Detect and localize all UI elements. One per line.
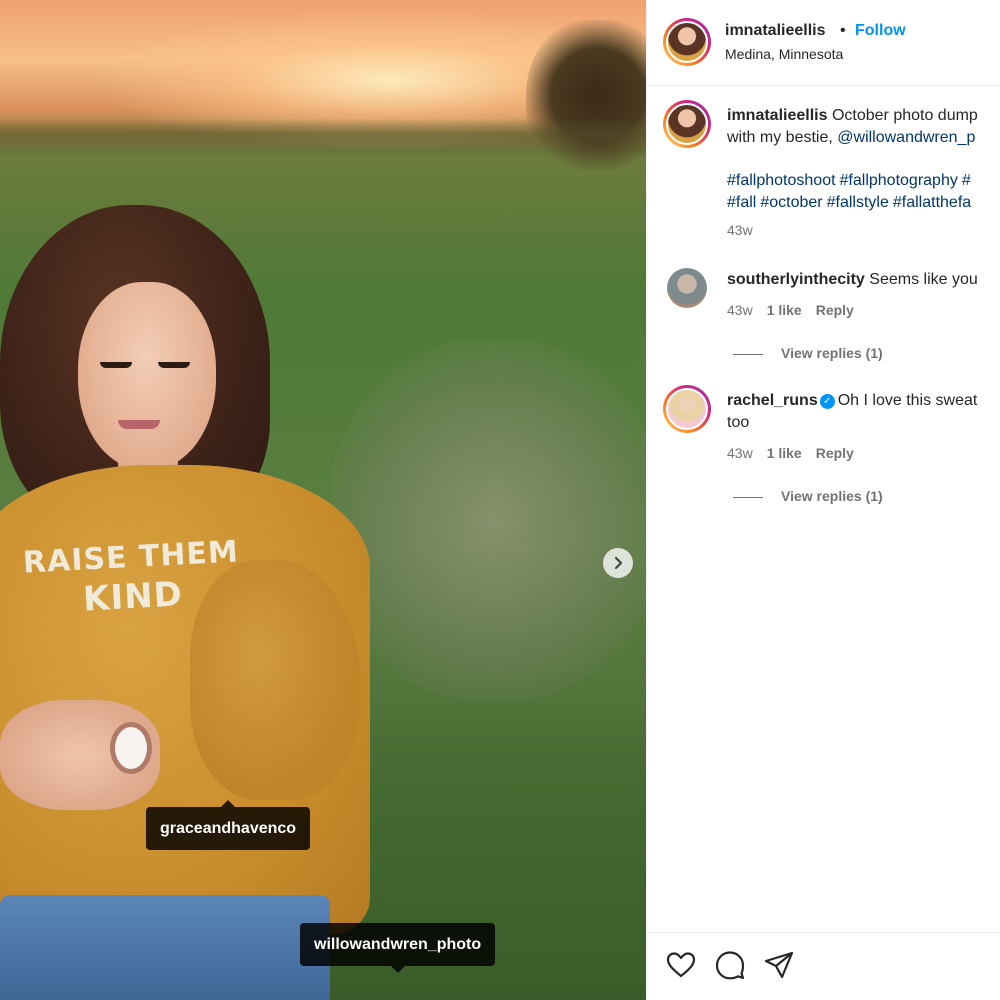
woman-eye-left [100,362,132,368]
comment-southerly: southerlyinthecity Seems like you [727,269,978,291]
wristwatch [110,722,152,774]
header-separator: • [840,22,846,39]
post-action-bar [647,932,1000,1000]
follow-button[interactable]: Follow [855,22,906,40]
comment-username[interactable]: rachel_runs [727,392,818,409]
caption-text-line2: with my bestie, [727,129,833,146]
woman-eye-right [158,362,190,368]
comment-meta: 43w 1 like Reply [727,302,854,318]
hashtag[interactable]: #october [760,194,822,211]
comment-timestamp[interactable]: 43w [727,302,753,318]
comment-username[interactable]: southerlyinthecity [727,271,865,288]
post-caption: imnatalieellis October photo dump with m… [727,105,1000,149]
commenter-avatar-rachel[interactable] [663,385,711,433]
treeline [0,118,646,158]
reply-button[interactable]: Reply [816,445,854,461]
caption-username[interactable]: imnatalieellis [727,107,828,124]
comment-text: Oh I love this sweat [837,392,978,409]
post-header: imnatalieellis • Follow Medina, Minnesot… [647,0,1000,86]
caption-mention[interactable]: @willowandwren_p [837,129,975,146]
photo-tag-willowandwren[interactable]: willowandwren_photo [300,923,496,973]
view-replies-button[interactable]: View replies (1) [733,345,883,361]
commenter-avatar-southerly[interactable] [667,268,707,308]
jeans [0,895,330,1000]
caption-author-avatar[interactable] [663,100,711,148]
post-location[interactable]: Medina, Minnesota [725,46,843,62]
author-username[interactable]: imnatalieellis [725,22,826,40]
caption-hashtags: #fallphotoshoot #fallphotography # #fall #o… [727,170,975,214]
caption-timestamp[interactable]: 43w [727,222,753,238]
woman-face [78,282,216,470]
hashtag[interactable]: #fallatthefa [893,194,971,211]
view-replies-button[interactable]: View replies (1) [733,488,883,504]
verified-badge-icon: ✓ [819,394,835,409]
caption-meta: 43w [727,222,753,238]
hashtag[interactable]: #fallstyle [827,194,889,211]
author-avatar[interactable] [663,18,711,66]
comment-text: Seems like you [869,271,978,288]
heart-icon[interactable] [665,949,697,981]
comment-meta: 43w 1 like Reply [727,445,854,461]
hashtag[interactable]: #fallphotography [840,172,958,189]
woman-smile [118,420,160,429]
share-icon[interactable] [763,949,795,981]
comment-likes[interactable]: 1 like [767,302,802,318]
hashtag[interactable]: #fall [727,194,756,211]
comment-text-line2: too [727,414,750,431]
comment-likes[interactable]: 1 like [767,445,802,461]
comment-timestamp[interactable]: 43w [727,445,753,461]
chevron-right-icon [614,556,623,570]
hashtag[interactable]: #fallphotoshoot [727,172,836,189]
post-side-panel: imnatalieellis • Follow Medina, Minnesot… [646,0,1000,1000]
comment-rachel: rachel_runs ✓ Oh I love this sweat too [727,390,977,434]
background-bush [330,340,646,700]
sweater-print: RAISE THEM KIND [10,534,254,623]
photo-tag-graceandhavenco[interactable]: graceandhavenco [146,800,311,850]
post-photo[interactable]: RAISE THEM KIND graceandhavenco willowan… [0,0,646,1000]
hashtag[interactable]: # [962,172,971,189]
caption-text-line1: October photo dump [831,107,978,124]
next-photo-button[interactable] [603,548,633,578]
comment-icon[interactable] [714,949,746,981]
reply-button[interactable]: Reply [816,302,854,318]
